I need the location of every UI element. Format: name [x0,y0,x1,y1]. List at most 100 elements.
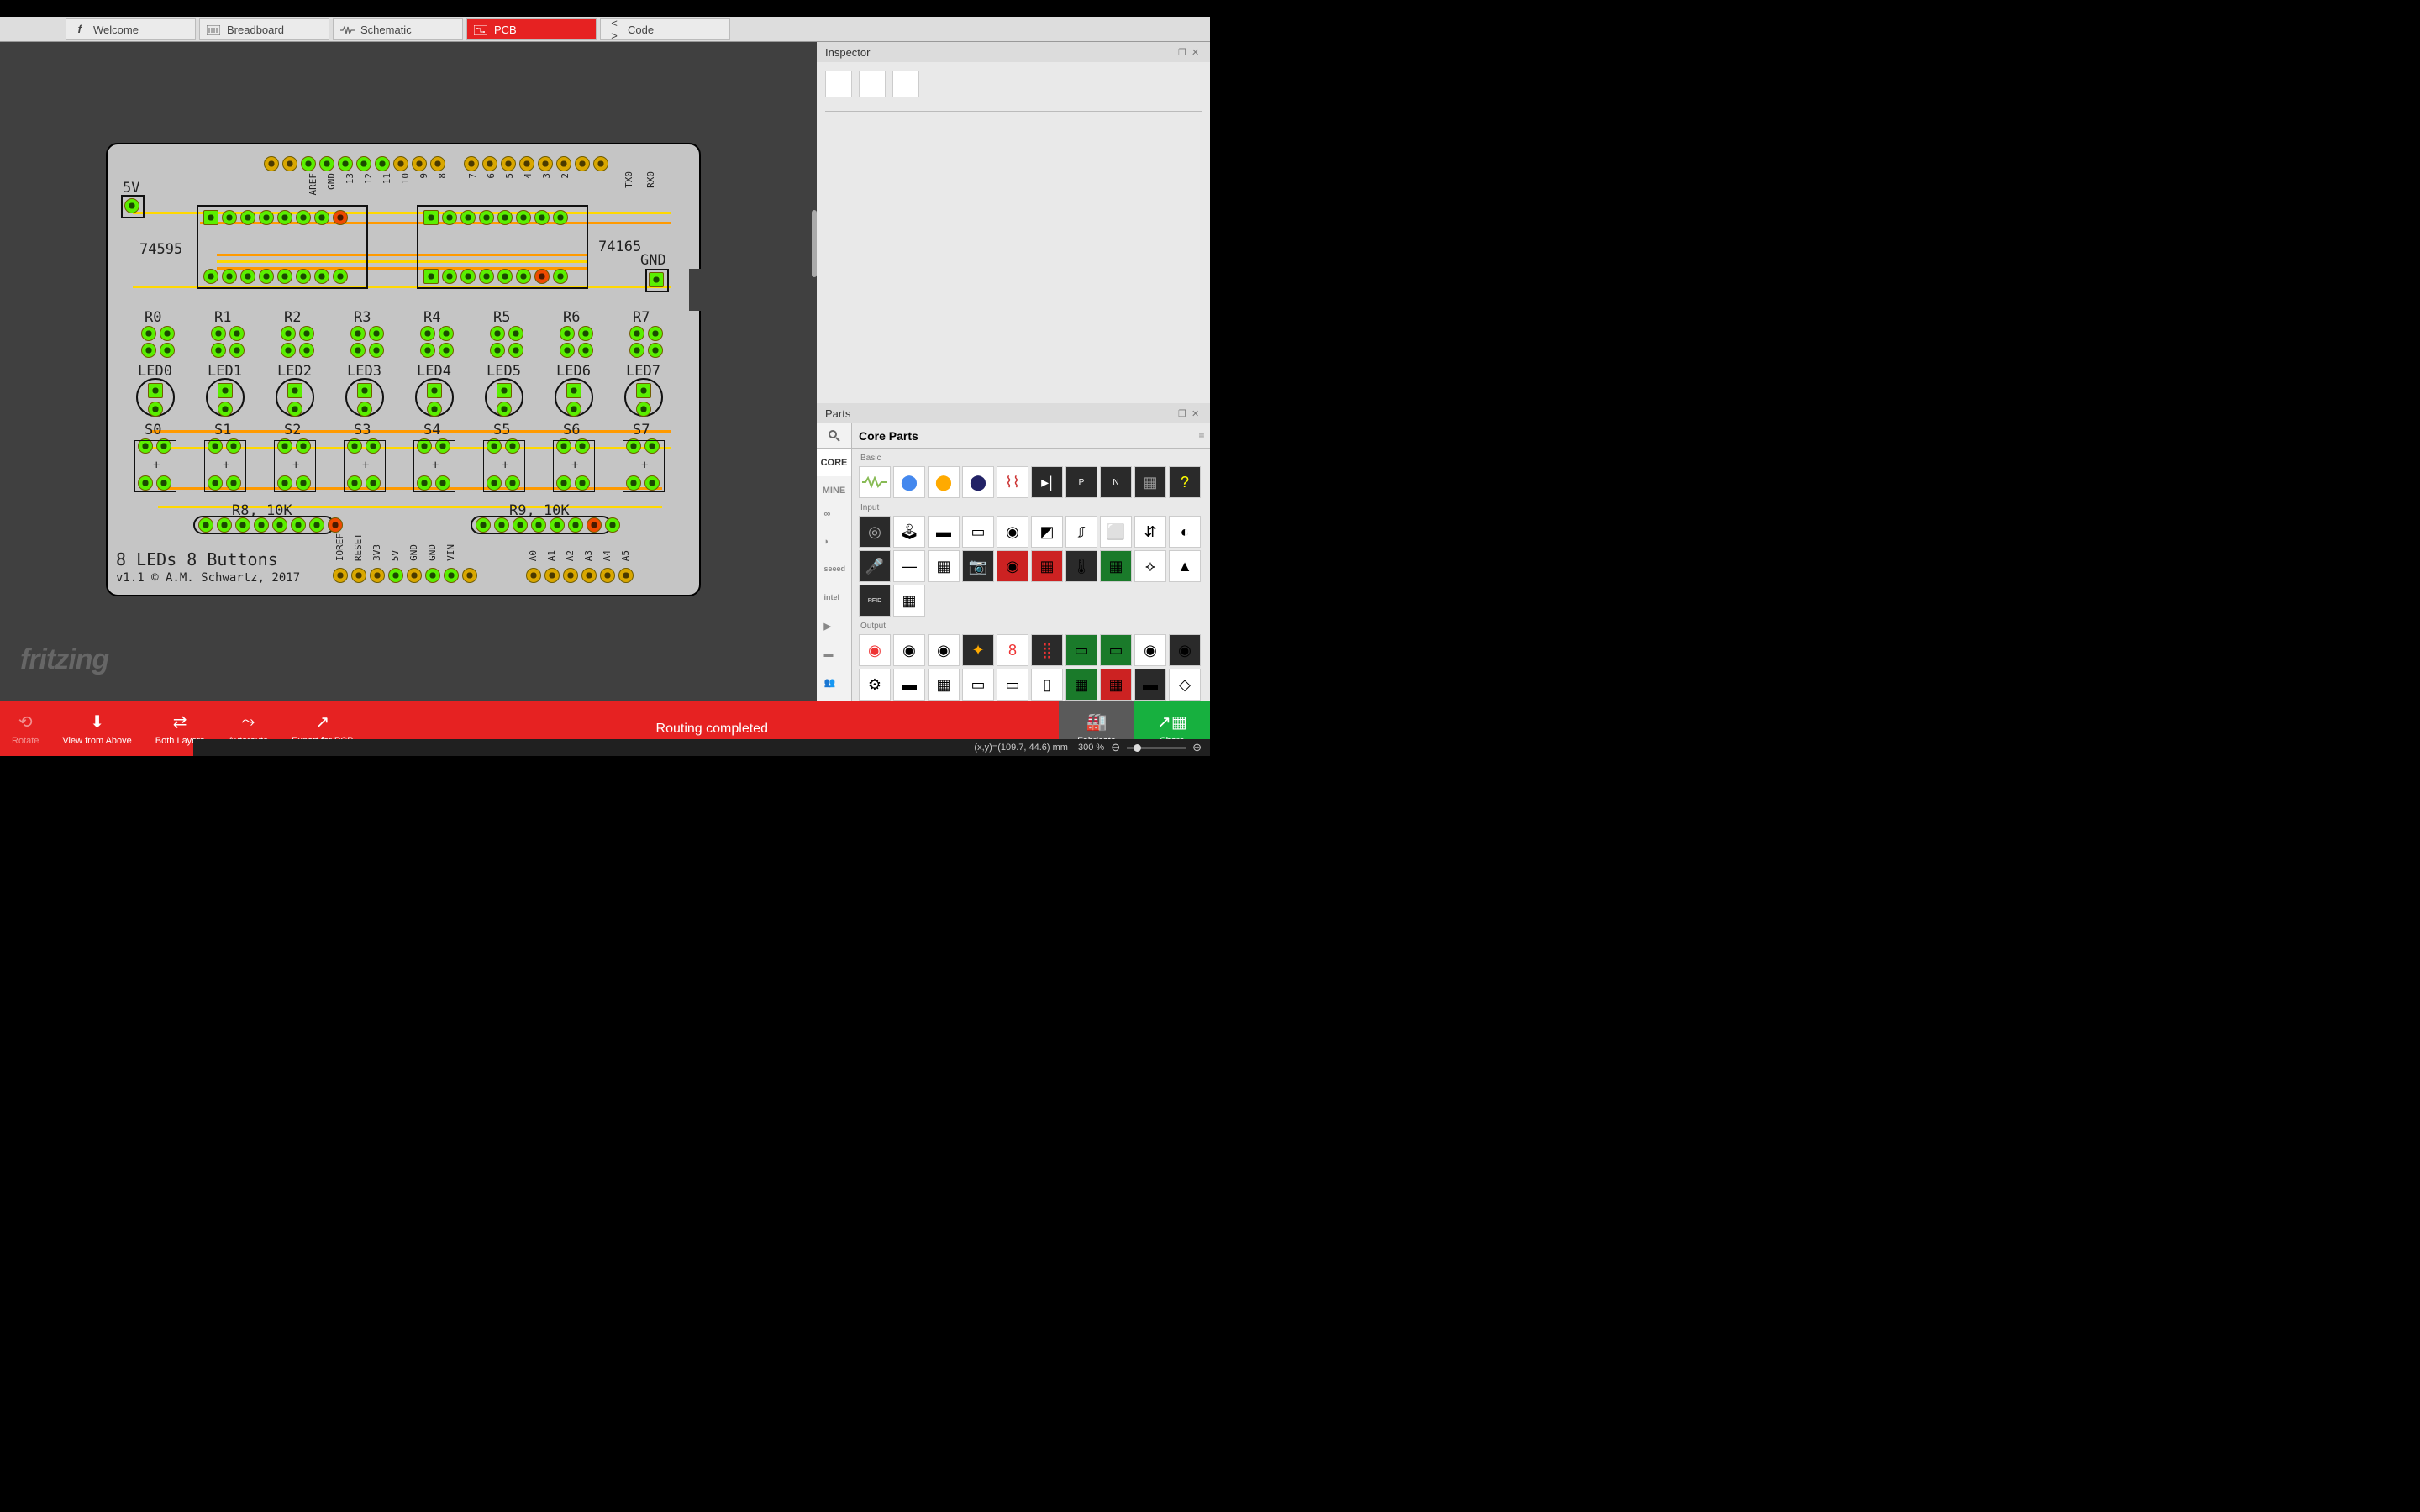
tab-schematic[interactable]: Schematic [333,18,463,40]
part-lamp[interactable]: ◇ [1169,669,1201,701]
part-module[interactable]: ▦ [1100,550,1132,582]
zoom-slider[interactable] [1127,747,1186,749]
part-rfid[interactable]: RFID [859,585,891,617]
part-sparkfun2[interactable]: ▦ [1031,550,1063,582]
code-icon: < > [608,17,621,42]
part-ledmatrix[interactable]: ⣿ [1031,634,1063,666]
bin-intel[interactable]: intel [817,589,851,617]
part-ic[interactable]: ▦ [1134,466,1166,498]
part-cap-electrolytic[interactable]: ⬤ [962,466,994,498]
part-transistor-p[interactable]: P [1065,466,1097,498]
part-ledclear[interactable]: ◉ [928,634,960,666]
part-relay[interactable]: ▭ [997,669,1028,701]
silkscreen-title: 8 LEDs 8 Buttons [116,549,278,570]
zoom-value: 300 % [1078,743,1104,753]
part-resistor[interactable] [859,466,891,498]
silkscreen-led: LED0 [138,363,172,380]
part-7seg[interactable]: 8 [997,634,1028,666]
play-icon: ▶ [824,621,844,641]
part-dcmotor[interactable]: ▬ [893,669,925,701]
rotate-button[interactable]: ⟲ Rotate [0,701,50,756]
pcb-canvas[interactable]: 5V 74595 74165 GND R0R1R2R3R4R5R6R7 LED0… [0,42,817,701]
part-ssr[interactable]: ▬ [1134,669,1166,701]
part-driver[interactable]: ▦ [1065,669,1097,701]
part-joystick[interactable]: 🕹 [893,516,925,548]
bin-arduino[interactable]: ∞ [817,505,851,533]
part-tempsensor[interactable]: 🌡 [1065,550,1097,582]
section-basic: Basic [860,454,1203,463]
tab-welcome[interactable]: 𝒇 Welcome [66,18,196,40]
view-above-button[interactable]: ⬇ View from Above [50,701,143,756]
part-mystery[interactable]: ? [1169,466,1201,498]
part-driver2[interactable]: ▦ [1100,669,1132,701]
pcb-board[interactable]: 5V 74595 74165 GND R0R1R2R3R4R5R6R7 LED0… [106,143,701,596]
part-slider[interactable]: ▬ [928,516,960,548]
part-mic[interactable]: 🎤 [859,550,891,582]
silkscreen-gnd: GND [640,252,666,269]
silkscreen-s: S1 [214,422,231,438]
part-neopixel[interactable]: ✦ [962,634,994,666]
detach-icon[interactable]: ❐ [1178,408,1188,418]
bin-mine[interactable]: MINE [817,476,851,504]
zoom-out-icon[interactable]: ⊖ [1111,741,1120,754]
part-switch[interactable]: ⎎ [1065,516,1097,548]
inspector-thumb [892,71,919,97]
part-rotary[interactable]: ◎ [859,516,891,548]
part-sparkfun[interactable]: ◉ [997,550,1028,582]
seeed-label: seeed [824,564,844,585]
intel-label: intel [824,593,844,613]
silkscreen-led: LED6 [556,363,591,380]
bin-core[interactable]: CORE [817,449,851,476]
share-icon: ↗▦ [1157,712,1187,732]
part-diode[interactable]: ▸| [1031,466,1063,498]
part-keypad[interactable]: ▦ [893,585,925,617]
tab-breadboard[interactable]: Breadboard [199,18,329,40]
part-photocell[interactable]: ◐ [1169,516,1201,548]
tab-pcb[interactable]: PCB [466,18,597,40]
part-reed[interactable]: ⟡ [1134,550,1166,582]
part-lcd[interactable]: ▭ [1065,634,1097,666]
silkscreen-r: R7 [633,309,650,326]
bin-parallax[interactable]: ◗ [817,533,851,560]
part-toggle[interactable]: ⇵ [1134,516,1166,548]
silkscreen-led: LED4 [417,363,451,380]
close-icon[interactable]: ✕ [1192,47,1202,57]
bin-contrib[interactable]: 👥 [817,674,851,701]
part-antenna[interactable]: — [893,550,925,582]
part-relay2[interactable]: ▯ [1031,669,1063,701]
part-transistor-n[interactable]: N [1100,466,1132,498]
tab-code[interactable]: < > Code [600,18,730,40]
zoom-in-icon[interactable]: ⊕ [1192,741,1202,754]
part-pot[interactable]: ◉ [997,516,1028,548]
part-buzzer[interactable]: ◉ [1169,634,1201,666]
bin-chip[interactable]: ▬ [817,645,851,673]
part-motor[interactable]: ⚙ [859,669,891,701]
inspector-panel: Inspector ❐ ✕ [817,42,1210,403]
silkscreen-led: LED3 [347,363,381,380]
part-inductor[interactable]: ⌇⌇ [997,466,1028,498]
close-icon[interactable]: ✕ [1192,408,1202,418]
part-accel[interactable]: ▦ [928,550,960,582]
bin-seeed[interactable]: seeed [817,561,851,589]
part-servo[interactable]: ▭ [962,669,994,701]
bin-play[interactable]: ▶ [817,617,851,645]
part-button[interactable]: ⬜ [1100,516,1132,548]
detach-icon[interactable]: ❐ [1178,47,1188,57]
part-speaker[interactable]: ◉ [1134,634,1166,666]
part-cap-tantalum[interactable]: ⬤ [928,466,960,498]
part-dip[interactable]: ▭ [962,516,994,548]
parts-grid-output: ◉ ◉ ◉ ✦ 8 ⣿ ▭ ▭ ◉ ◉ ⚙ ▬ ▦ [859,634,1203,701]
part-cap-ceramic[interactable]: ⬤ [893,466,925,498]
parts-menu-icon[interactable]: ≡ [1193,423,1210,448]
section-input: Input [860,503,1203,512]
part-pir[interactable]: ▲ [1169,550,1201,582]
silkscreen-s: S4 [424,422,440,438]
part-trimpot[interactable]: ◩ [1031,516,1063,548]
part-ledrgb[interactable]: ◉ [893,634,925,666]
parallax-icon: ◗ [824,537,844,557]
part-led[interactable]: ◉ [859,634,891,666]
part-oled[interactable]: ▭ [1100,634,1132,666]
parts-search-button[interactable] [817,423,852,448]
part-camera[interactable]: 📷 [962,550,994,582]
part-stepper[interactable]: ▦ [928,669,960,701]
